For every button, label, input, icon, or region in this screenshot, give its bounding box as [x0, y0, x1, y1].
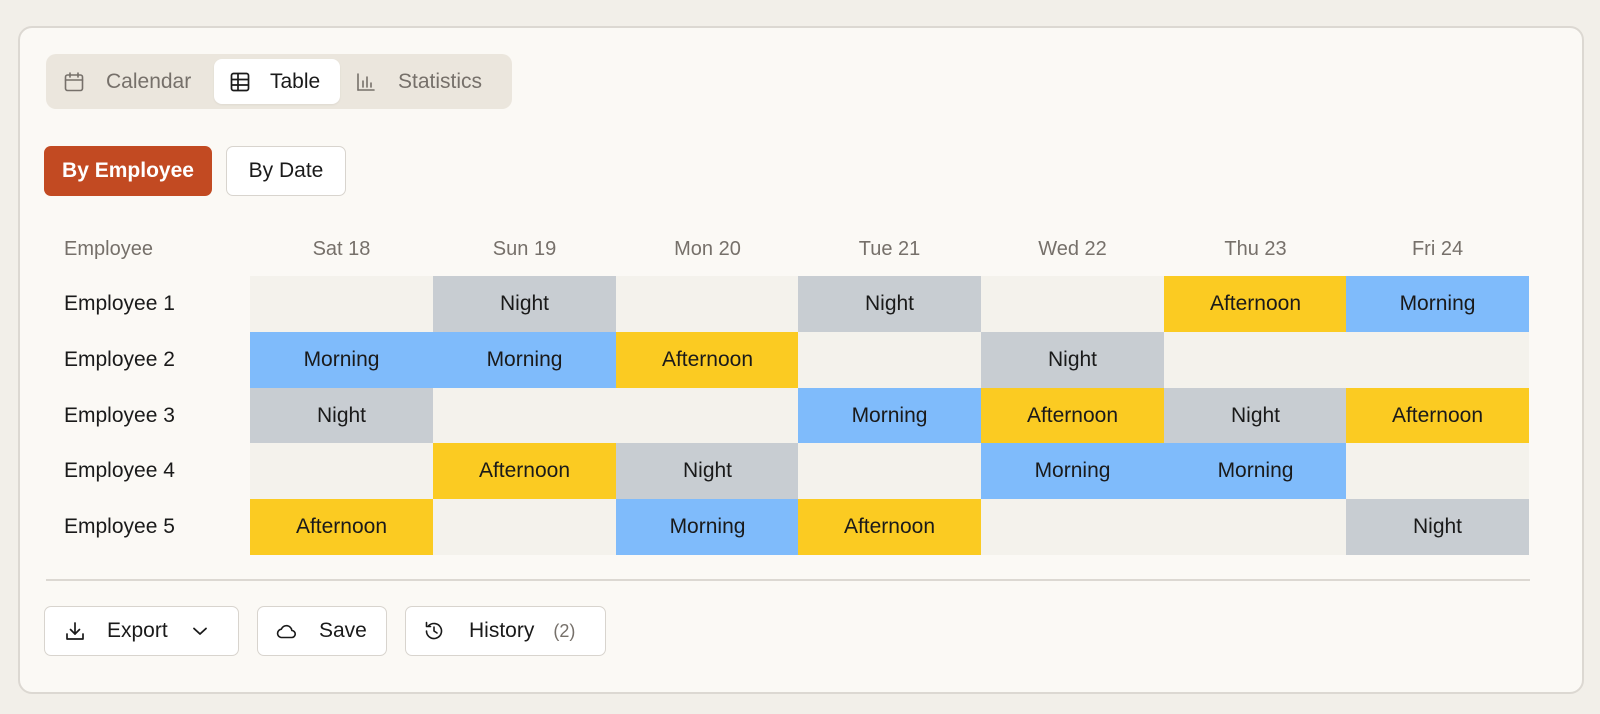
- shift-cell[interactable]: Afternoon: [433, 443, 616, 499]
- shift-cell[interactable]: [616, 388, 799, 444]
- row-label-employee-1: Employee 1: [64, 292, 175, 315]
- shift-cell[interactable]: Night: [981, 332, 1164, 388]
- shift-cell[interactable]: Morning: [1164, 443, 1347, 499]
- shift-cell[interactable]: Morning: [616, 499, 799, 555]
- tab-calendar-label: Calendar: [106, 69, 192, 93]
- shift-cell[interactable]: Morning: [798, 388, 981, 444]
- shift-cell[interactable]: Night: [1346, 499, 1529, 555]
- shift-cell[interactable]: [433, 388, 616, 444]
- tab-calendar[interactable]: Calendar: [62, 59, 222, 104]
- day-header-wed: Wed 22: [1038, 237, 1107, 260]
- history-label: History: [469, 619, 535, 642]
- footer-divider: [46, 579, 1530, 581]
- day-header-thu: Thu 23: [1224, 237, 1287, 260]
- export-label: Export: [107, 619, 168, 642]
- download-icon: [63, 619, 87, 643]
- row-label-employee-2: Employee 2: [64, 348, 175, 371]
- employee-column-header: Employee: [64, 237, 153, 260]
- table-icon: [228, 70, 252, 94]
- shift-cell[interactable]: Night: [1164, 388, 1347, 444]
- shift-cell[interactable]: [433, 499, 616, 555]
- shift-cell[interactable]: Afternoon: [1346, 388, 1529, 444]
- shift-cell[interactable]: [798, 332, 981, 388]
- day-header-fri: Fri 24: [1411, 237, 1464, 260]
- history-count-badge: (2): [553, 620, 576, 641]
- save-button[interactable]: Save: [257, 606, 387, 656]
- shift-cell[interactable]: [981, 276, 1164, 332]
- view-tabs: Calendar Table Statistics: [46, 54, 512, 109]
- row-label-employee-5: Employee 5: [64, 515, 175, 538]
- row-label-employee-4: Employee 4: [64, 459, 175, 482]
- tab-statistics[interactable]: Statistics: [354, 59, 504, 104]
- day-header-sun: Sun 19: [492, 237, 557, 260]
- history-button[interactable]: History (2): [405, 606, 606, 656]
- shift-cell[interactable]: [250, 443, 433, 499]
- chevron-down-icon: [188, 619, 212, 643]
- shift-cell[interactable]: [616, 276, 799, 332]
- shift-cell[interactable]: Afternoon: [981, 388, 1164, 444]
- shift-cell[interactable]: [1346, 443, 1529, 499]
- shift-cell[interactable]: Night: [433, 276, 616, 332]
- tab-statistics-label: Statistics: [398, 69, 483, 93]
- shift-cell[interactable]: Afternoon: [250, 499, 433, 555]
- day-header-mon: Mon 20: [674, 237, 741, 260]
- calendar-icon: [62, 70, 86, 94]
- by-date-button[interactable]: By Date: [226, 146, 346, 196]
- shift-cell[interactable]: Night: [616, 443, 799, 499]
- shift-cell[interactable]: Afternoon: [798, 499, 981, 555]
- shift-cell[interactable]: Night: [798, 276, 981, 332]
- shift-cell[interactable]: [798, 443, 981, 499]
- shift-cell[interactable]: Morning: [981, 443, 1164, 499]
- shift-cell[interactable]: [981, 499, 1164, 555]
- shift-cell[interactable]: Morning: [250, 332, 433, 388]
- by-employee-button[interactable]: By Employee: [44, 146, 212, 196]
- shift-cell[interactable]: [250, 276, 433, 332]
- shift-cell[interactable]: Afternoon: [616, 332, 799, 388]
- shift-cell[interactable]: Night: [250, 388, 433, 444]
- shift-cell[interactable]: Morning: [1346, 276, 1529, 332]
- shift-cell[interactable]: [1164, 332, 1347, 388]
- bar-chart-icon: [354, 70, 378, 94]
- shift-cell[interactable]: [1164, 499, 1347, 555]
- tab-table[interactable]: Table: [214, 59, 340, 104]
- save-label: Save: [319, 619, 367, 642]
- export-button[interactable]: Export: [44, 606, 239, 656]
- shift-cell[interactable]: Morning: [433, 332, 616, 388]
- day-header-tue: Tue 21: [858, 237, 921, 260]
- day-header-sat: Sat 18: [312, 237, 371, 260]
- tab-table-label: Table: [270, 69, 321, 93]
- schedule-card: Calendar Table Statistics By Employee By…: [18, 26, 1584, 694]
- row-label-employee-3: Employee 3: [64, 404, 175, 427]
- shift-cell[interactable]: Afternoon: [1164, 276, 1347, 332]
- shift-cell[interactable]: [1346, 332, 1529, 388]
- cloud-icon: [274, 619, 298, 643]
- history-icon: [422, 619, 446, 643]
